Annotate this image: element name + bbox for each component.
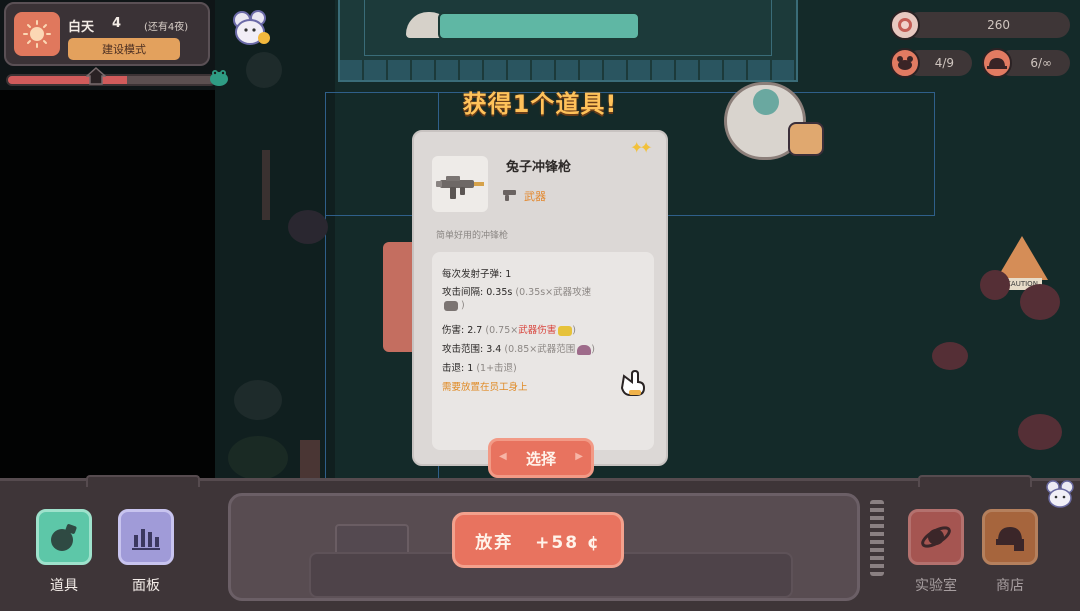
discard-reward: +58 ¢ [535,532,601,553]
item-thumbnail [432,156,488,212]
creature[interactable] [1020,284,1060,320]
creature[interactable] [980,270,1010,300]
stat-range-value: : 3.4 [480,344,502,355]
bush [228,436,288,480]
item-card: 兔子冲锋枪 武器 ✦✦ 简单好用的冲锋枪 每次发射子弹: 1 攻击间隔: 0.3… [412,130,668,478]
lab-button[interactable] [908,509,964,565]
day-label: 白天 [68,20,95,35]
void-area [0,90,215,490]
panel-label: 面板 [132,578,160,594]
ladder-decoration [870,500,884,576]
toolbar-notch [918,475,1032,487]
stat-interval-value: : 0.35s [480,287,513,298]
rock [246,52,282,88]
house-marker-icon [86,66,106,85]
day-number: 4 [112,16,122,31]
coins-counter: 260 [906,12,1070,38]
day-panel: 白天 4 (还有4夜) 建设模式 [4,2,210,66]
stat-interval: 攻击间隔: 0.35s (0.35s×武器攻速 [442,284,591,298]
item-description: 简单好用的冲锋枪 [436,231,509,241]
shop-icon [996,527,1024,551]
stat-interval-label: 攻击间隔 [442,287,481,298]
stat-damage-highlight: 武器伤害 [518,325,557,336]
mouse-mascot-icon[interactable] [230,10,272,48]
stat-damage-close: ) [572,325,576,336]
coins-value: 260 [987,18,1010,32]
stat-bullets: 每次发射子弹: 1 [442,266,511,280]
shop-label: 商店 [996,578,1024,594]
brick-wall [340,60,796,80]
coin-icon [890,10,920,40]
stat-bullets-value: : 1 [499,269,512,280]
stat-knockback: 击退: 1 (1+击退) [442,360,517,374]
stat-range-formula: (0.85×武器范围 [504,344,576,355]
creature[interactable] [932,342,968,370]
stat-interval-formula: (0.35s×武器攻速 [515,287,592,298]
item-name: 兔子冲锋枪 [506,160,572,175]
select-label: 选择 [525,449,556,468]
bar-chart-icon [132,529,160,550]
pet-value: 4/9 [934,56,954,70]
cat-avatar[interactable] [788,122,824,156]
pointer-glove-icon [620,369,646,396]
stat-damage-value: : 2.7 [461,325,483,336]
items-label: 道具 [50,578,78,594]
stat-damage-label: 伤害 [442,325,462,336]
stat-knockback-label: 击退 [442,363,462,374]
select-button[interactable]: ◀ 选择 ▶ [488,438,594,478]
mouse-mascot-icon[interactable] [1044,478,1076,510]
damage-icon [558,325,573,336]
stat-knockback-value: : 1 [461,363,474,374]
panel-button[interactable] [118,509,174,565]
toolbar-notch [86,475,200,487]
item-stats: 每次发射子弹: 1 攻击间隔: 0.35s (0.35s×武器攻速 ) 伤害: … [432,252,654,450]
worker-value: 6/∞ [1030,56,1052,70]
rock [288,210,328,244]
lab-orbit-icon [921,526,951,548]
weapon-category-icon [503,190,516,201]
stat-interval-cont: ) [442,300,465,311]
stat-knockback-formula: (1+击退) [476,363,517,374]
dead-tree [262,150,270,220]
items-icon [51,524,77,551]
arrow-right-icon: ▶ [575,451,583,462]
stat-interval-close: ) [461,300,465,311]
stat-damage-formula: (0.75× [485,325,519,336]
shop-button[interactable] [982,509,1038,565]
creature[interactable] [1018,414,1062,450]
item-category: 武器 [524,190,546,203]
upper-room-bar [438,12,640,40]
range-icon [577,344,592,355]
stump [300,440,320,478]
attack-speed-icon [444,300,458,311]
nights-left: (还有4夜) [144,22,189,33]
stat-bullets-label: 每次发射子弹 [442,269,500,280]
sun-icon [14,12,60,56]
items-button[interactable] [36,509,92,565]
day-progress-fill [8,76,128,84]
stat-range-close: ) [591,344,595,355]
stat-damage: 伤害: 2.7 (0.75×武器伤害) [442,322,576,336]
sparkle-icon: ✦✦ [630,138,653,157]
rock [234,380,282,420]
build-mode-button[interactable]: 建设模式 [68,38,180,60]
stat-range-label: 攻击范围 [442,344,481,355]
discard-button[interactable]: 放弃 +58 ¢ [452,512,624,568]
discard-label: 放弃 [475,532,514,553]
placement-requirement: 需要放置在员工身上 [442,382,528,393]
smg-icon [436,176,484,199]
arrow-left-icon: ◀ [499,451,507,462]
stat-range: 攻击范围: 3.4 (0.85×武器范围) [442,341,595,355]
hardhat-icon [982,48,1012,78]
reward-headline: 获得1个道具! [462,90,618,118]
lab-label: 实验室 [915,578,957,594]
pet-icon [890,48,920,78]
